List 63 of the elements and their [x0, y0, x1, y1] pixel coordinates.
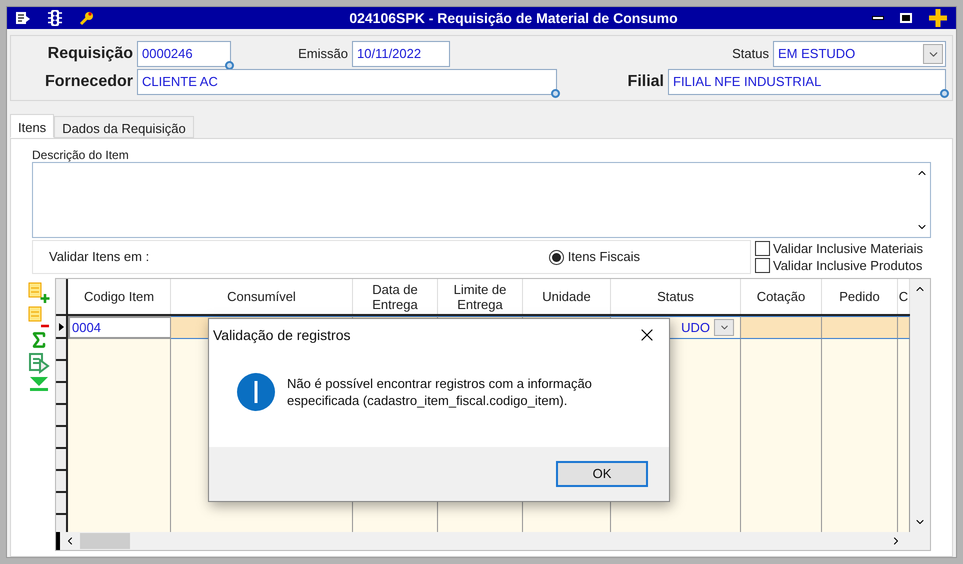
column-header[interactable]: Consumível [171, 279, 353, 314]
wrench-icon[interactable] [79, 10, 95, 26]
row-header[interactable] [56, 339, 68, 361]
table-cell[interactable] [822, 316, 898, 339]
field-label: Fornecedor [44, 72, 133, 92]
row-header[interactable] [56, 515, 68, 532]
field-label: Requisição [46, 44, 133, 64]
plus-icon[interactable] [928, 8, 948, 28]
input-field[interactable]: 0000246 [137, 41, 231, 67]
minimize-button[interactable] [872, 16, 884, 20]
radio-button[interactable]: Itens Fiscais [548, 247, 640, 267]
field-label: Descrição do Item [32, 148, 130, 162]
checkbox-box[interactable] [755, 258, 770, 273]
search-icon[interactable] [551, 89, 560, 98]
dialog-message: Não é possível encontrar registros com a informação especificada (cadastro_item_fiscal.codigo_item). [287, 375, 593, 409]
row-header[interactable] [56, 449, 68, 471]
tab[interactable]: Dados da Requisição [54, 116, 194, 138]
row-header[interactable] [56, 471, 68, 493]
column-header[interactable]: Cotação [741, 279, 822, 314]
traffic-light-icon[interactable] [47, 9, 63, 27]
column-header[interactable]: Status [611, 279, 741, 314]
row-header[interactable] [56, 383, 68, 405]
row-header[interactable] [56, 427, 68, 449]
column-header[interactable]: Limite de Entrega [438, 279, 523, 314]
column-header[interactable]: Codigo Item [68, 279, 171, 314]
remove-row-icon[interactable] [28, 306, 50, 328]
info-icon [237, 373, 275, 411]
ok-button[interactable]: OK [556, 461, 648, 487]
validation-label: Validar Itens em : [49, 248, 150, 266]
input-field[interactable]: CLIENTE AC [137, 69, 557, 95]
checkbox[interactable]: Validar Inclusive Produtos [755, 257, 931, 274]
row-header[interactable] [56, 361, 68, 383]
field-label: Emissão [297, 45, 348, 64]
row-header[interactable] [56, 405, 68, 427]
tab[interactable]: Itens [10, 114, 54, 138]
dropdown-button[interactable] [923, 44, 943, 64]
column-header[interactable]: Data de Entrega [353, 279, 438, 314]
dropdown-button[interactable] [714, 319, 734, 336]
column-header[interactable]: Pedido [822, 279, 898, 314]
document-arrow-icon[interactable] [15, 10, 31, 26]
radio-circle[interactable] [548, 250, 564, 264]
input-field[interactable]: 10/11/2022 [352, 41, 450, 67]
status-dropdown[interactable]: EM ESTUDO [773, 41, 946, 67]
row-header[interactable] [56, 493, 68, 515]
table-cell[interactable] [741, 316, 822, 339]
table-cell[interactable] [898, 316, 910, 339]
checkbox-box[interactable] [755, 241, 770, 256]
horizontal-scrollbar[interactable] [56, 532, 930, 550]
window-title: 024106SPK - Requisição de Material de Consumo [348, 8, 679, 28]
dialog-title: Validação de registros [213, 326, 352, 345]
input-field[interactable]: FILIAL NFE INDUSTRIAL [668, 69, 946, 95]
export-icon[interactable] [28, 352, 50, 374]
table-cell[interactable]: 0004 [68, 316, 171, 339]
add-row-icon[interactable] [28, 282, 50, 304]
maximize-button[interactable] [900, 13, 912, 23]
row-header[interactable] [56, 316, 68, 339]
field-label: Filial [626, 72, 664, 92]
column-header[interactable]: Unidade [523, 279, 611, 314]
search-icon[interactable] [940, 89, 949, 98]
checkbox[interactable]: Validar Inclusive Materiais [755, 240, 931, 257]
scroll-thumb[interactable] [80, 533, 130, 549]
vertical-scrollbar[interactable] [910, 279, 930, 532]
field-label: Status [732, 45, 769, 64]
